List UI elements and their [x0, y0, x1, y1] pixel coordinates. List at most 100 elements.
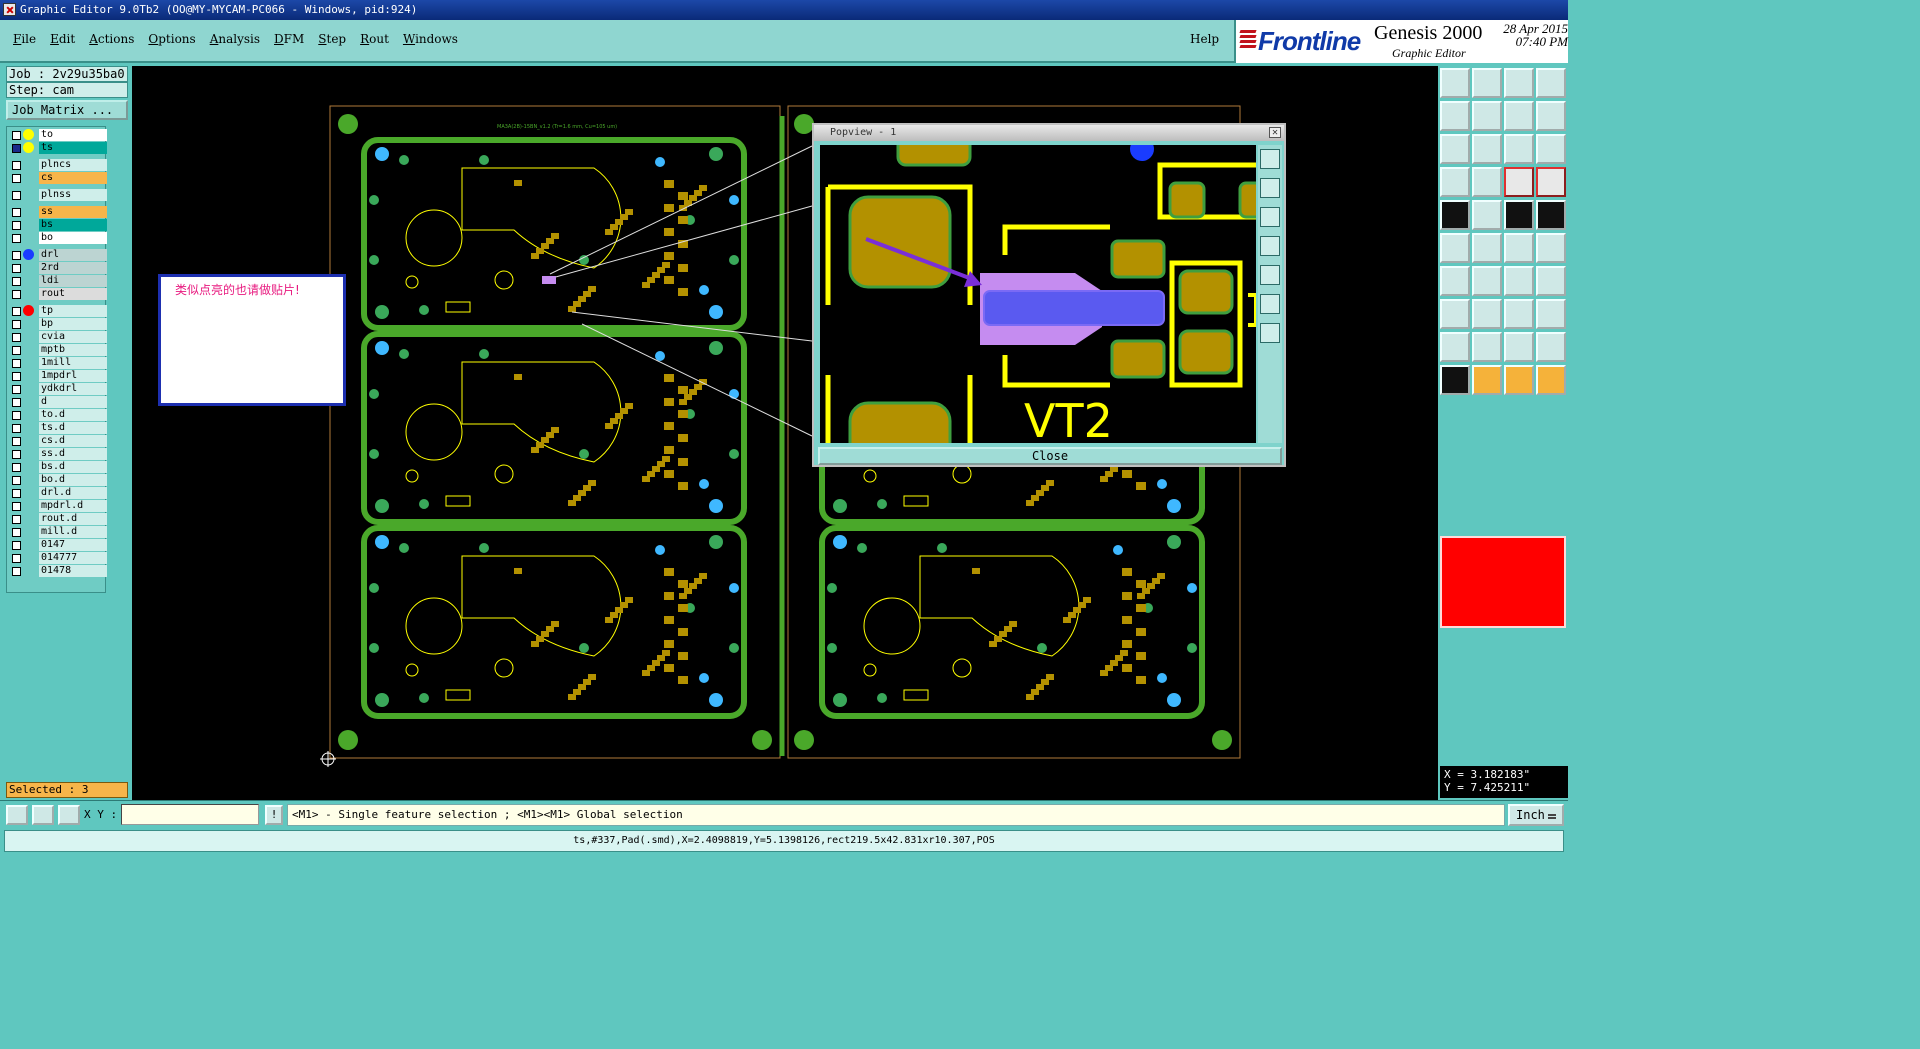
tool-icon[interactable] — [1536, 332, 1566, 362]
popview-title-bar[interactable]: Popview - 1 ✕ — [814, 125, 1284, 141]
popview-tool-icon[interactable] — [1260, 149, 1280, 169]
layer-checkbox[interactable] — [12, 359, 21, 368]
layer-checkbox[interactable] — [12, 502, 21, 511]
popview-image[interactable]: VT2 — [820, 145, 1256, 443]
layer-checkbox[interactable] — [12, 131, 21, 140]
tool-icon[interactable] — [1536, 134, 1566, 164]
tool-icon[interactable] — [1504, 68, 1534, 98]
tool-icon[interactable] — [1536, 266, 1566, 296]
layer-row-plncs[interactable]: plncs — [9, 159, 107, 171]
layer-row-bs[interactable]: bs — [9, 219, 107, 231]
tool-icon[interactable] — [1472, 200, 1502, 230]
layer-row-mptb[interactable]: mptb — [9, 344, 107, 356]
layer-checkbox[interactable] — [12, 144, 21, 153]
layer-row-cs[interactable]: cs — [9, 172, 107, 184]
layer-checkbox[interactable] — [12, 333, 21, 342]
layer-checkbox[interactable] — [12, 161, 21, 170]
menu-help[interactable]: Help — [1190, 32, 1219, 46]
layer-checkbox[interactable] — [12, 251, 21, 260]
tool-icon[interactable] — [1504, 332, 1534, 362]
popview-tool-icon[interactable] — [1260, 178, 1280, 198]
tool-icon[interactable] — [1472, 101, 1502, 131]
layer-row-drl[interactable]: drl — [9, 249, 107, 261]
feature-select-icon[interactable] — [6, 805, 28, 825]
popview-tool-icon[interactable] — [1260, 323, 1280, 343]
layer-row-bs-d[interactable]: bs.d — [9, 461, 107, 473]
popview-tool-icon[interactable] — [1260, 236, 1280, 256]
tool-icon[interactable] — [1536, 365, 1566, 395]
menu-rout[interactable]: Rout — [353, 32, 396, 46]
close-icon[interactable]: ✕ — [1269, 127, 1281, 138]
tool-icon[interactable] — [1472, 299, 1502, 329]
menu-dfm[interactable]: DFM — [267, 32, 311, 46]
tool-icon[interactable] — [1472, 365, 1502, 395]
layer-checkbox[interactable] — [12, 385, 21, 394]
tool-icon[interactable] — [1472, 134, 1502, 164]
layer-row-1mill[interactable]: 1mill — [9, 357, 107, 369]
layer-checkbox[interactable] — [12, 277, 21, 286]
layer-row-ts-d[interactable]: ts.d — [9, 422, 107, 434]
tool-icon[interactable] — [1536, 200, 1566, 230]
menu-step[interactable]: Step — [311, 32, 353, 46]
layer-row-bo-d[interactable]: bo.d — [9, 474, 107, 486]
layer-row-drl-d[interactable]: drl.d — [9, 487, 107, 499]
layer-checkbox[interactable] — [12, 424, 21, 433]
tool-icon[interactable] — [1472, 68, 1502, 98]
layer-checkbox[interactable] — [12, 372, 21, 381]
tool-icon[interactable] — [1440, 68, 1470, 98]
layer-row-mill-d[interactable]: mill.d — [9, 526, 107, 538]
layer-checkbox[interactable] — [12, 437, 21, 446]
layer-row-ts[interactable]: ts — [9, 142, 107, 154]
tool-icon[interactable] — [1504, 365, 1534, 395]
tool-icon[interactable] — [1504, 266, 1534, 296]
layer-checkbox[interactable] — [12, 191, 21, 200]
tool-icon[interactable] — [1440, 365, 1470, 395]
layer-checkbox[interactable] — [12, 463, 21, 472]
units-dropdown[interactable]: Inch — [1508, 804, 1564, 826]
layer-checkbox[interactable] — [12, 234, 21, 243]
tool-icon[interactable] — [1440, 167, 1470, 197]
layer-row-bp[interactable]: bp — [9, 318, 107, 330]
layer-row-ss[interactable]: ss — [9, 206, 107, 218]
tool-icon[interactable] — [1472, 233, 1502, 263]
popview-tool-icon[interactable] — [1260, 294, 1280, 314]
layer-row-d[interactable]: d — [9, 396, 107, 408]
popview-tool-icon[interactable] — [1260, 207, 1280, 227]
layer-row-014777[interactable]: 014777 — [9, 552, 107, 564]
tool-icon[interactable] — [1440, 101, 1470, 131]
tool-icon[interactable] — [1440, 332, 1470, 362]
layer-checkbox[interactable] — [12, 476, 21, 485]
menu-actions[interactable]: Actions — [82, 32, 141, 46]
layer-row-2rd[interactable]: 2rd — [9, 262, 107, 274]
tool-icon[interactable] — [1440, 134, 1470, 164]
tool-icon[interactable] — [1472, 266, 1502, 296]
layer-checkbox[interactable] — [12, 290, 21, 299]
tool-icon[interactable] — [1536, 167, 1566, 197]
layer-row-1mpdrl[interactable]: 1mpdrl — [9, 370, 107, 382]
tool-icon[interactable] — [1472, 332, 1502, 362]
layer-row-01478[interactable]: 01478 — [9, 565, 107, 577]
tool-icon[interactable] — [1504, 101, 1534, 131]
grid-icon[interactable] — [58, 805, 80, 825]
tool-icon[interactable] — [1536, 233, 1566, 263]
menu-edit[interactable]: Edit — [43, 32, 82, 46]
close-button[interactable]: Close — [818, 447, 1282, 465]
layer-row-0147[interactable]: 0147 — [9, 539, 107, 551]
layer-checkbox[interactable] — [12, 411, 21, 420]
layer-row-tp[interactable]: tp — [9, 305, 107, 317]
layer-checkbox[interactable] — [12, 398, 21, 407]
layer-row-bo[interactable]: bo — [9, 232, 107, 244]
tool-icon[interactable] — [1536, 68, 1566, 98]
tool-icon[interactable] — [1440, 200, 1470, 230]
layer-checkbox[interactable] — [12, 208, 21, 217]
exclaim-button[interactable]: ! — [265, 805, 283, 825]
menu-file[interactable]: File — [6, 32, 43, 46]
popview-tool-icon[interactable] — [1260, 265, 1280, 285]
layer-checkbox[interactable] — [12, 450, 21, 459]
layer-checkbox[interactable] — [12, 346, 21, 355]
tool-icon[interactable] — [1536, 299, 1566, 329]
tool-icon[interactable] — [1504, 167, 1534, 197]
layer-row-rout-d[interactable]: rout.d — [9, 513, 107, 525]
layer-row-cs-d[interactable]: cs.d — [9, 435, 107, 447]
app-icon[interactable] — [3, 3, 16, 16]
